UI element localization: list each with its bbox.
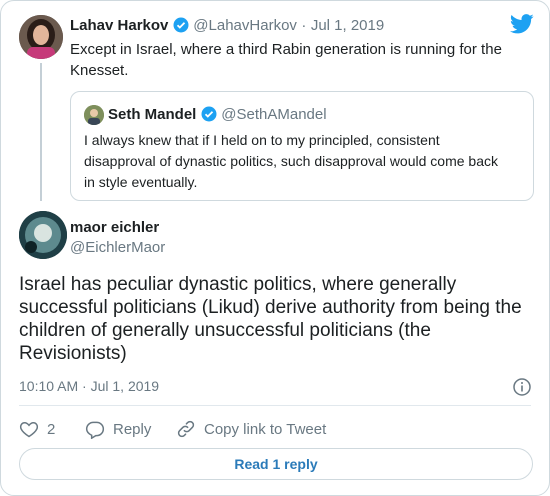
quoted-tweet-text: I always knew that if I held on to my pr… <box>84 132 498 190</box>
quoted-tweet-header: Seth Mandel @SethAMandel <box>108 106 327 124</box>
main-author-handle-text: @EichlerMaor <box>70 239 166 256</box>
thread-connector-line <box>40 63 42 201</box>
author-name[interactable]: Lahav Harkov <box>70 17 168 34</box>
verified-icon <box>201 106 217 122</box>
quoted-tweet[interactable]: Seth Mandel @SethAMandel I always knew t… <box>70 91 534 201</box>
twitter-bird-icon[interactable] <box>510 14 534 34</box>
reply-label: Reply <box>113 420 152 438</box>
verified-icon <box>173 17 189 33</box>
like-count: 2 <box>47 420 56 438</box>
link-icon <box>177 420 195 438</box>
reply-tweet-text: Except in Israel, where a third Rabin ge… <box>70 41 502 79</box>
reply-button[interactable]: Reply <box>85 419 151 439</box>
reply-icon <box>85 421 105 439</box>
read-replies-button[interactable]: Read 1 reply <box>19 448 533 480</box>
embedded-tweet-card: Lahav Harkov @LahavHarkov · Jul 1, 2019 … <box>0 0 550 496</box>
author-handle[interactable]: @LahavHarkov <box>193 17 297 34</box>
avatar-image <box>19 15 63 59</box>
avatar-maor-eichler[interactable] <box>19 211 67 259</box>
avatar-seth-mandel <box>84 105 104 125</box>
quoted-author-handle: @SethAMandel <box>221 106 327 123</box>
copy-link-button[interactable]: Copy link to Tweet <box>176 419 326 439</box>
tweet-timestamp[interactable]: 10:10 AM · Jul 1, 2019 <box>19 378 159 394</box>
main-tweet-text: Israel has peculiar dynastic politics, w… <box>19 274 522 364</box>
avatar-image <box>19 211 67 259</box>
date-separator: · <box>301 17 307 34</box>
info-icon[interactable] <box>512 377 532 397</box>
heart-icon <box>19 421 39 438</box>
quoted-author-name: Seth Mandel <box>108 106 197 123</box>
main-author-name-text: maor eichler <box>70 219 160 236</box>
main-author-handle[interactable]: @EichlerMaor <box>70 239 165 257</box>
avatar-lahav-harkov[interactable] <box>19 15 63 59</box>
like-button[interactable]: 2 <box>19 419 55 439</box>
divider <box>19 405 531 406</box>
reply-tweet-header: Lahav Harkov @LahavHarkov · Jul 1, 2019 <box>70 17 384 35</box>
avatar-image <box>84 105 104 125</box>
copy-link-label: Copy link to Tweet <box>204 420 327 438</box>
main-author-name[interactable]: maor eichler <box>70 219 159 237</box>
tweet-date[interactable]: Jul 1, 2019 <box>311 17 384 34</box>
